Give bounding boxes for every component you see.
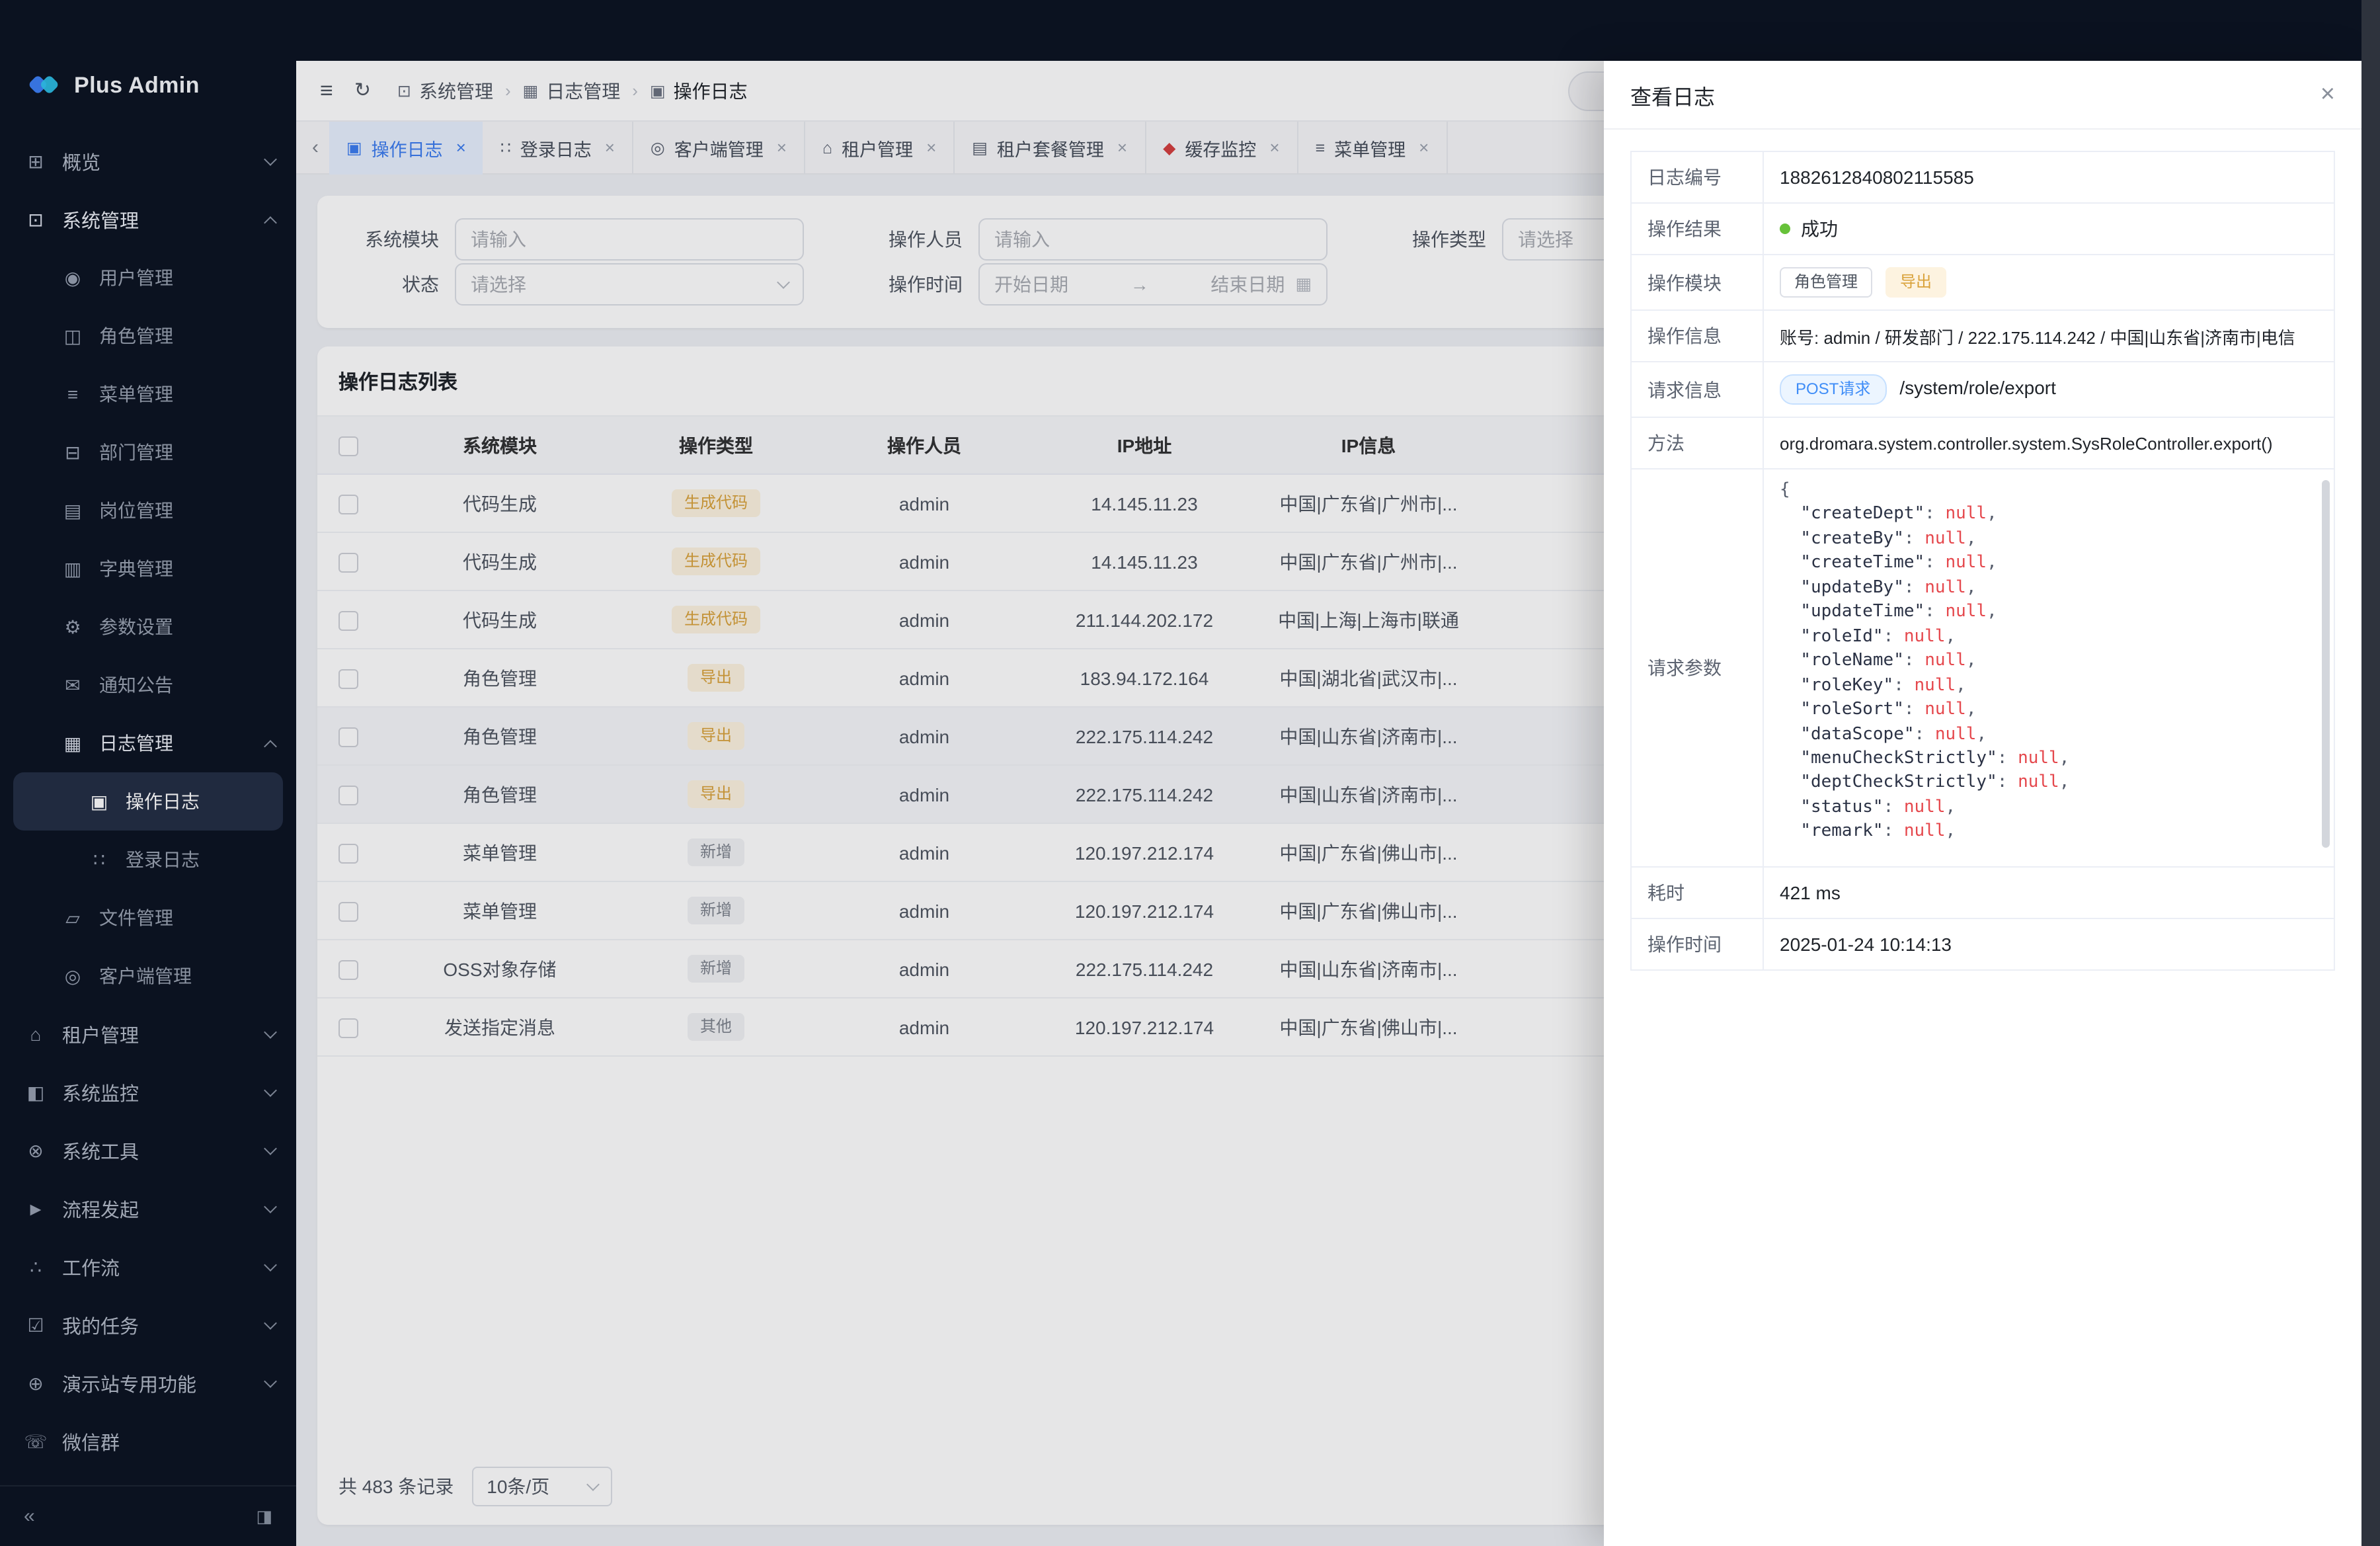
row-log-id: 日志编号 1882612840802115585 [1631, 151, 2334, 203]
row-params: 请求参数 { "createDept": null, "createBy": n… [1631, 469, 2334, 867]
duration-value: 421 ms [1763, 867, 2334, 918]
result-value: 成功 [1763, 203, 2334, 255]
log-id-value: 1882612840802115585 [1763, 151, 2334, 203]
success-dot-icon [1780, 224, 1790, 234]
drawer-body: 日志编号 1882612840802115585 操作结果 成功 操作模块 角色… [1604, 130, 2361, 992]
row-duration: 耗时 421 ms [1631, 867, 2334, 918]
module-value: 角色管理导出 [1763, 255, 2334, 310]
drawer-header: 查看日志 × [1604, 61, 2361, 130]
params-label: 请求参数 [1631, 469, 1763, 867]
info-value: 账号: admin / 研发部门 / 222.175.114.242 / 中国|… [1763, 310, 2334, 362]
close-icon[interactable]: × [2320, 82, 2335, 107]
page-scrollbar[interactable] [2361, 0, 2380, 1546]
result-label: 操作结果 [1631, 203, 1763, 255]
row-info: 操作信息 账号: admin / 研发部门 / 222.175.114.242 … [1631, 310, 2334, 362]
row-result: 操作结果 成功 [1631, 203, 2334, 255]
row-request: 请求信息 POST请求/system/role/export [1631, 362, 2334, 417]
module-label: 操作模块 [1631, 255, 1763, 310]
time-label: 操作时间 [1631, 918, 1763, 970]
module-tag: 角色管理 [1780, 267, 1872, 298]
app-window: Plus Admin ⊞概览⊡系统管理◉用户管理◫角色管理≡菜单管理⊟部门管理▤… [0, 0, 2380, 1546]
json-code-block[interactable]: { "createDept": null, "createBy": null, … [1764, 469, 2334, 866]
method-value: org.dromara.system.controller.system.Sys… [1763, 417, 2334, 469]
request-label: 请求信息 [1631, 362, 1763, 417]
log-id-label: 日志编号 [1631, 151, 1763, 203]
method-label: 方法 [1631, 417, 1763, 469]
request-value: POST请求/system/role/export [1763, 362, 2334, 417]
time-value: 2025-01-24 10:14:13 [1763, 918, 2334, 970]
view-log-drawer: 查看日志 × 日志编号 1882612840802115585 操作结果 成功 … [1604, 61, 2361, 1546]
params-value: { "createDept": null, "createBy": null, … [1763, 469, 2334, 867]
drawer-title: 查看日志 [1630, 79, 1715, 110]
duration-label: 耗时 [1631, 867, 1763, 918]
row-method: 方法 org.dromara.system.controller.system.… [1631, 417, 2334, 469]
info-label: 操作信息 [1631, 310, 1763, 362]
row-module: 操作模块 角色管理导出 [1631, 255, 2334, 310]
action-tag: 导出 [1885, 267, 1946, 298]
request-url: /system/role/export [1899, 377, 2056, 398]
code-scrollbar[interactable] [2322, 480, 2330, 848]
row-time: 操作时间 2025-01-24 10:14:13 [1631, 918, 2334, 970]
log-detail-table: 日志编号 1882612840802115585 操作结果 成功 操作模块 角色… [1630, 151, 2335, 971]
post-method-tag: POST请求 [1780, 374, 1886, 405]
